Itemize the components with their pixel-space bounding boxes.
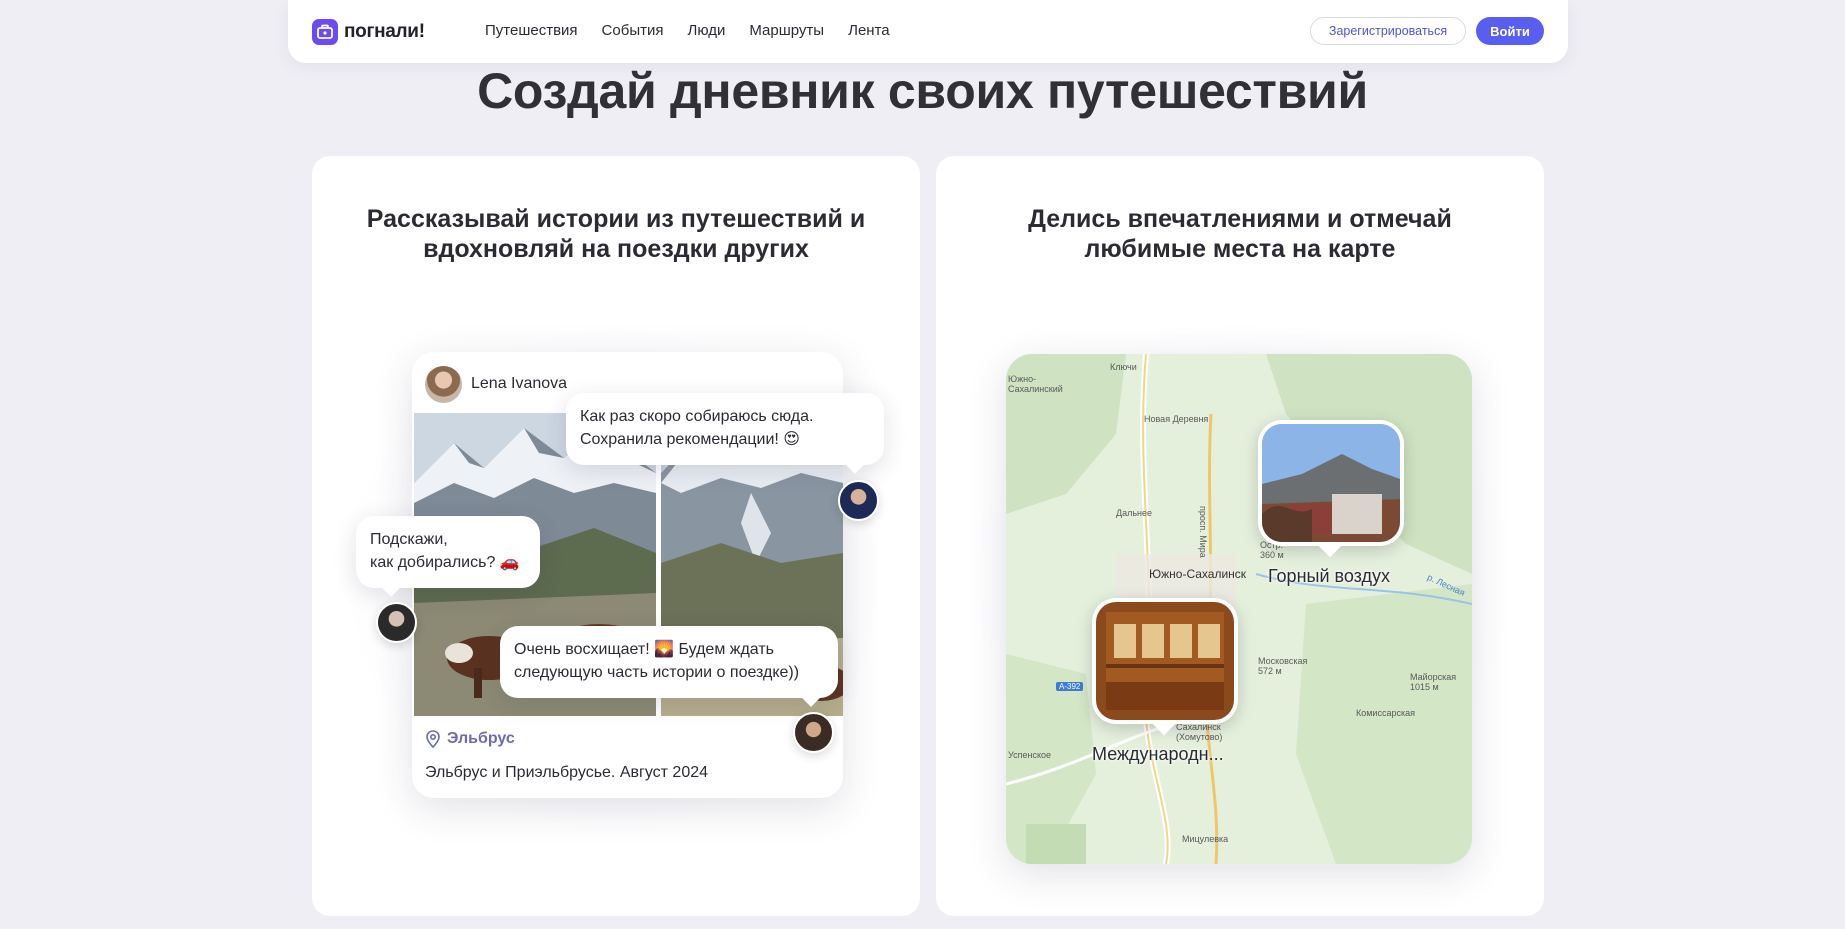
comment-text: Очень восхищает! 🌄 Будем ждать xyxy=(514,641,775,658)
main-nav: Путешествия События Люди Маршруты Лента xyxy=(485,22,890,39)
post-author: Lena Ivanova xyxy=(471,375,568,392)
commenter-avatar xyxy=(376,602,417,643)
comment-bubble: Очень восхищает! 🌄 Будем ждать следующую… xyxy=(500,626,838,707)
map-place-pin[interactable] xyxy=(1258,420,1404,558)
feature-card-stories: Рассказывай истории из путешествий и вдо… xyxy=(312,156,920,916)
map-place-pin[interactable] xyxy=(1092,598,1238,736)
map-label: Комиссарская xyxy=(1356,708,1415,718)
place-name: Горный воздух xyxy=(1268,566,1391,586)
nav-item-travels[interactable]: Путешествия xyxy=(485,22,578,39)
map-label: Дальнее xyxy=(1116,508,1153,518)
comment-bubble: Подскажи, как добирались? 🚗 xyxy=(356,516,540,597)
card-title: Рассказывай истории из путешествий и вдо… xyxy=(366,205,866,263)
map-label: Южно-Сахалинск xyxy=(1149,567,1247,581)
road-badge: А-392 xyxy=(1056,682,1084,691)
comment-text: следующую часть истории о поездке)) xyxy=(514,664,800,681)
map-label: Сахалинск (Хомутово) xyxy=(1176,722,1223,742)
location-name: Эльбрус xyxy=(447,730,515,747)
map-label: Мицулевка xyxy=(1182,834,1229,844)
map-label: Новая Деревня xyxy=(1144,414,1209,424)
nav-item-people[interactable]: Люди xyxy=(687,22,725,39)
comment-text: Подскажи, xyxy=(370,531,448,548)
nav-item-routes[interactable]: Маршруты xyxy=(749,22,824,39)
post-caption: Эльбрус и Приэльбрусье. Август 2024 xyxy=(425,764,709,781)
map-preview[interactable]: Ключи Южно-Сахалинский Новая Деревня Дал… xyxy=(1006,354,1472,864)
register-button[interactable]: Зарегистрироваться xyxy=(1310,17,1466,45)
top-navbar: погнали! Путешествия События Люди Маршру… xyxy=(288,0,1568,63)
comment-bubble: Как раз скоро собираюсь сюда. Сохранила … xyxy=(566,393,884,474)
post-location[interactable]: Эльбрус xyxy=(425,730,515,748)
feature-card-map: Делись впечатлениями и отмечай любимые м… xyxy=(936,156,1544,916)
logo-text: погнали! xyxy=(344,21,425,42)
author-avatar xyxy=(425,366,462,403)
place-photo xyxy=(1096,602,1234,720)
map-label: Южно-Сахалинский xyxy=(1008,374,1063,394)
place-name: Международн... xyxy=(1092,744,1224,764)
comment-text: Сохранила рекомендации! 😍 xyxy=(580,431,800,448)
map-label: Майорская 1015 м xyxy=(1410,672,1457,692)
nav-item-feed[interactable]: Лента xyxy=(848,22,890,39)
logo[interactable]: погнали! xyxy=(312,19,425,45)
comment-text: Как раз скоро собираюсь сюда. xyxy=(580,408,814,425)
login-button[interactable]: Войти xyxy=(1476,17,1544,45)
map-label: Ключи xyxy=(1110,362,1137,372)
map-label: просп. Мира xyxy=(1198,506,1208,558)
comment-text: как добирались? 🚗 xyxy=(370,554,520,571)
commenter-avatar xyxy=(793,712,834,753)
map-label: Успенское xyxy=(1008,750,1052,760)
commenter-avatar xyxy=(838,480,879,521)
place-photo xyxy=(1262,424,1400,542)
logo-icon xyxy=(312,19,338,45)
card-title: Делись впечатлениями и отмечай любимые м… xyxy=(1028,205,1452,263)
page-title: Создай дневник своих путешествий xyxy=(477,63,1368,119)
map-label: Московская 572 м xyxy=(1258,656,1308,676)
nav-item-events[interactable]: События xyxy=(602,22,664,39)
location-pin-icon xyxy=(426,730,440,748)
